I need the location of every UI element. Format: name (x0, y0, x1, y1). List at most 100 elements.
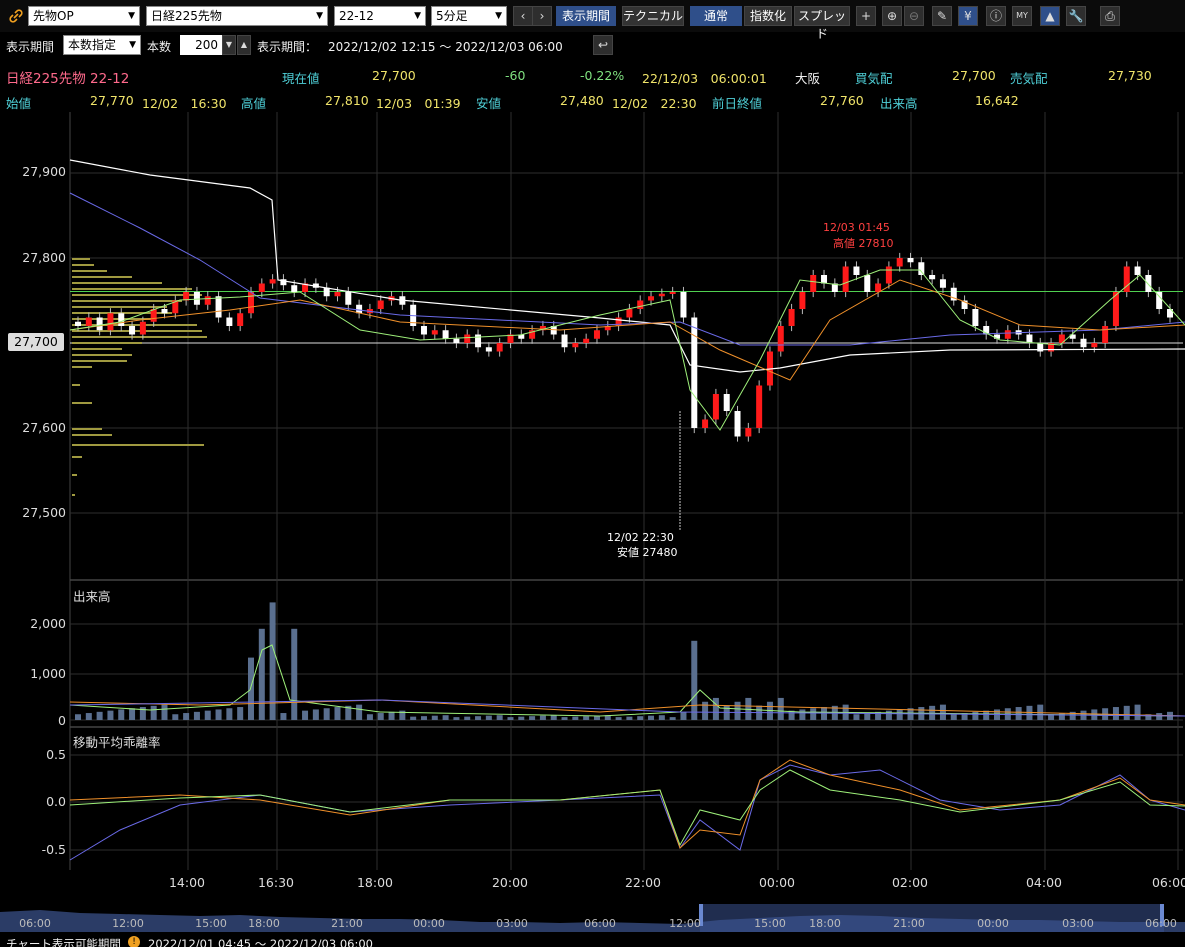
price-tick-27900: 27,900 (22, 164, 66, 179)
open-time: 12/02 16:30 (142, 96, 227, 111)
volume-bar (496, 715, 503, 720)
area-chart-icon[interactable]: ▲ (1040, 6, 1060, 26)
candle-body (572, 343, 579, 348)
volume-bar (129, 708, 136, 720)
overview-tick: 15:00 (754, 917, 786, 930)
crosshair-icon[interactable]: + (856, 6, 876, 26)
prev-arrow-button[interactable]: ‹ (513, 6, 533, 26)
volume-bar (172, 714, 179, 720)
info-icon[interactable]: ⓘ (986, 6, 1006, 26)
volume-profile-bar (72, 354, 132, 356)
overview-tick: 00:00 (413, 917, 445, 930)
candle-body (972, 309, 979, 326)
count-down-icon[interactable]: ▼ (222, 35, 236, 55)
product-select[interactable]: 先物OP ▼ (28, 6, 140, 26)
overview-navigator[interactable]: 06:00 12:00 15:00 18:00 21:00 00:00 03:0… (0, 904, 1185, 932)
candle-body (1134, 266, 1141, 275)
candle-body (702, 419, 709, 428)
candle-body (431, 330, 438, 335)
count-input[interactable]: 200 (180, 35, 222, 55)
ma-mid-line (69, 279, 1185, 381)
high-annotation-value: 高値 27810 (833, 237, 894, 250)
normal-mode-button[interactable]: 通常 (690, 6, 742, 26)
status-range: 2022/12/01 04:45 ～ 2022/12/03 06:00 (148, 937, 373, 947)
candle-body (907, 258, 914, 263)
volume-bar (507, 717, 514, 720)
volume-bar (291, 628, 298, 720)
change-value: -60 (505, 68, 526, 83)
candle-body (918, 262, 925, 275)
zoom-in-icon[interactable]: ⊕ (882, 6, 902, 26)
candle-body (669, 292, 676, 294)
volume-profile-bar (72, 402, 92, 404)
yen-icon[interactable]: ¥ (958, 6, 978, 26)
chart-area[interactable] (0, 112, 1185, 912)
volume-bar (1156, 713, 1163, 720)
candle-body (204, 296, 211, 305)
open-value: 27,770 (90, 93, 134, 108)
print-icon[interactable]: ⎙ (1100, 6, 1120, 26)
volume-bar (864, 713, 871, 720)
candle-body (626, 309, 633, 318)
volume-profile-bar (72, 366, 92, 368)
volume-profile-bar (72, 270, 107, 272)
candle-body (334, 292, 341, 297)
reset-icon[interactable]: ↩ (593, 35, 613, 55)
pencil-icon[interactable]: ✎ (932, 6, 952, 26)
chevron-down-icon: ▼ (495, 11, 502, 21)
volume-profile-bar (72, 428, 102, 430)
volume-bar (237, 707, 244, 720)
overview-tick: 00:00 (977, 917, 1009, 930)
ask-label: 売気配 (1010, 71, 1048, 86)
interval-select[interactable]: 5分足 ▼ (431, 6, 507, 26)
volume-bar (637, 716, 644, 720)
high-time: 12/03 01:39 (376, 96, 461, 111)
candle-body (129, 326, 136, 335)
volume-profile-bar (72, 434, 112, 436)
display-period-button[interactable]: 表示期間 (556, 6, 616, 26)
candle-body (356, 304, 363, 314)
volume-bar (1015, 707, 1022, 720)
candle-body (712, 394, 719, 420)
candle-body (561, 334, 568, 348)
volume-bar (853, 714, 860, 720)
my-indicator-icon[interactable]: MY (1012, 6, 1032, 26)
volume-profile-bar (72, 258, 90, 260)
next-arrow-button[interactable]: › (532, 6, 552, 26)
candle-body (345, 292, 352, 305)
chevron-down-icon: ▼ (129, 40, 136, 50)
candle-body (745, 428, 752, 437)
contract-select[interactable]: 22-12 ▼ (334, 6, 426, 26)
candle-body (842, 266, 849, 292)
count-up-icon[interactable]: ▲ (237, 35, 251, 55)
instrument-select[interactable]: 日経225先物 ▼ (146, 6, 328, 26)
candle-body (723, 394, 730, 411)
candle-body (420, 326, 427, 335)
candle-body (1004, 330, 1011, 339)
technical-button[interactable]: テクニカル (622, 6, 684, 26)
volume-bar (312, 709, 319, 720)
candle-body (237, 313, 244, 326)
spread-mode-button[interactable]: スプレッド (794, 6, 850, 41)
price-tick-27600: 27,600 (22, 420, 66, 435)
volume-bar (366, 714, 373, 720)
volume-bar (215, 709, 222, 720)
candle-body (215, 296, 222, 318)
volume-bar (658, 715, 665, 720)
volume-profile-bar (72, 494, 75, 496)
candle-body (853, 266, 860, 275)
time-tick: 22:00 (624, 875, 662, 890)
volume-bar (561, 717, 568, 720)
period-mode-select[interactable]: 本数指定 ▼ (63, 35, 141, 55)
wrench-icon[interactable]: 🔧 (1066, 6, 1086, 26)
index-mode-button[interactable]: 指数化 (744, 6, 792, 26)
candle-body (777, 326, 784, 352)
volume-bar (107, 710, 114, 720)
link-icon[interactable] (8, 8, 24, 24)
volume-bar (972, 711, 979, 720)
candle-body (161, 309, 168, 314)
period-label: 表示期間 (6, 40, 55, 54)
volume-profile-bar (72, 294, 202, 296)
zoom-out-icon[interactable]: ⊖ (904, 6, 924, 26)
volume-profile-bar (72, 384, 80, 386)
